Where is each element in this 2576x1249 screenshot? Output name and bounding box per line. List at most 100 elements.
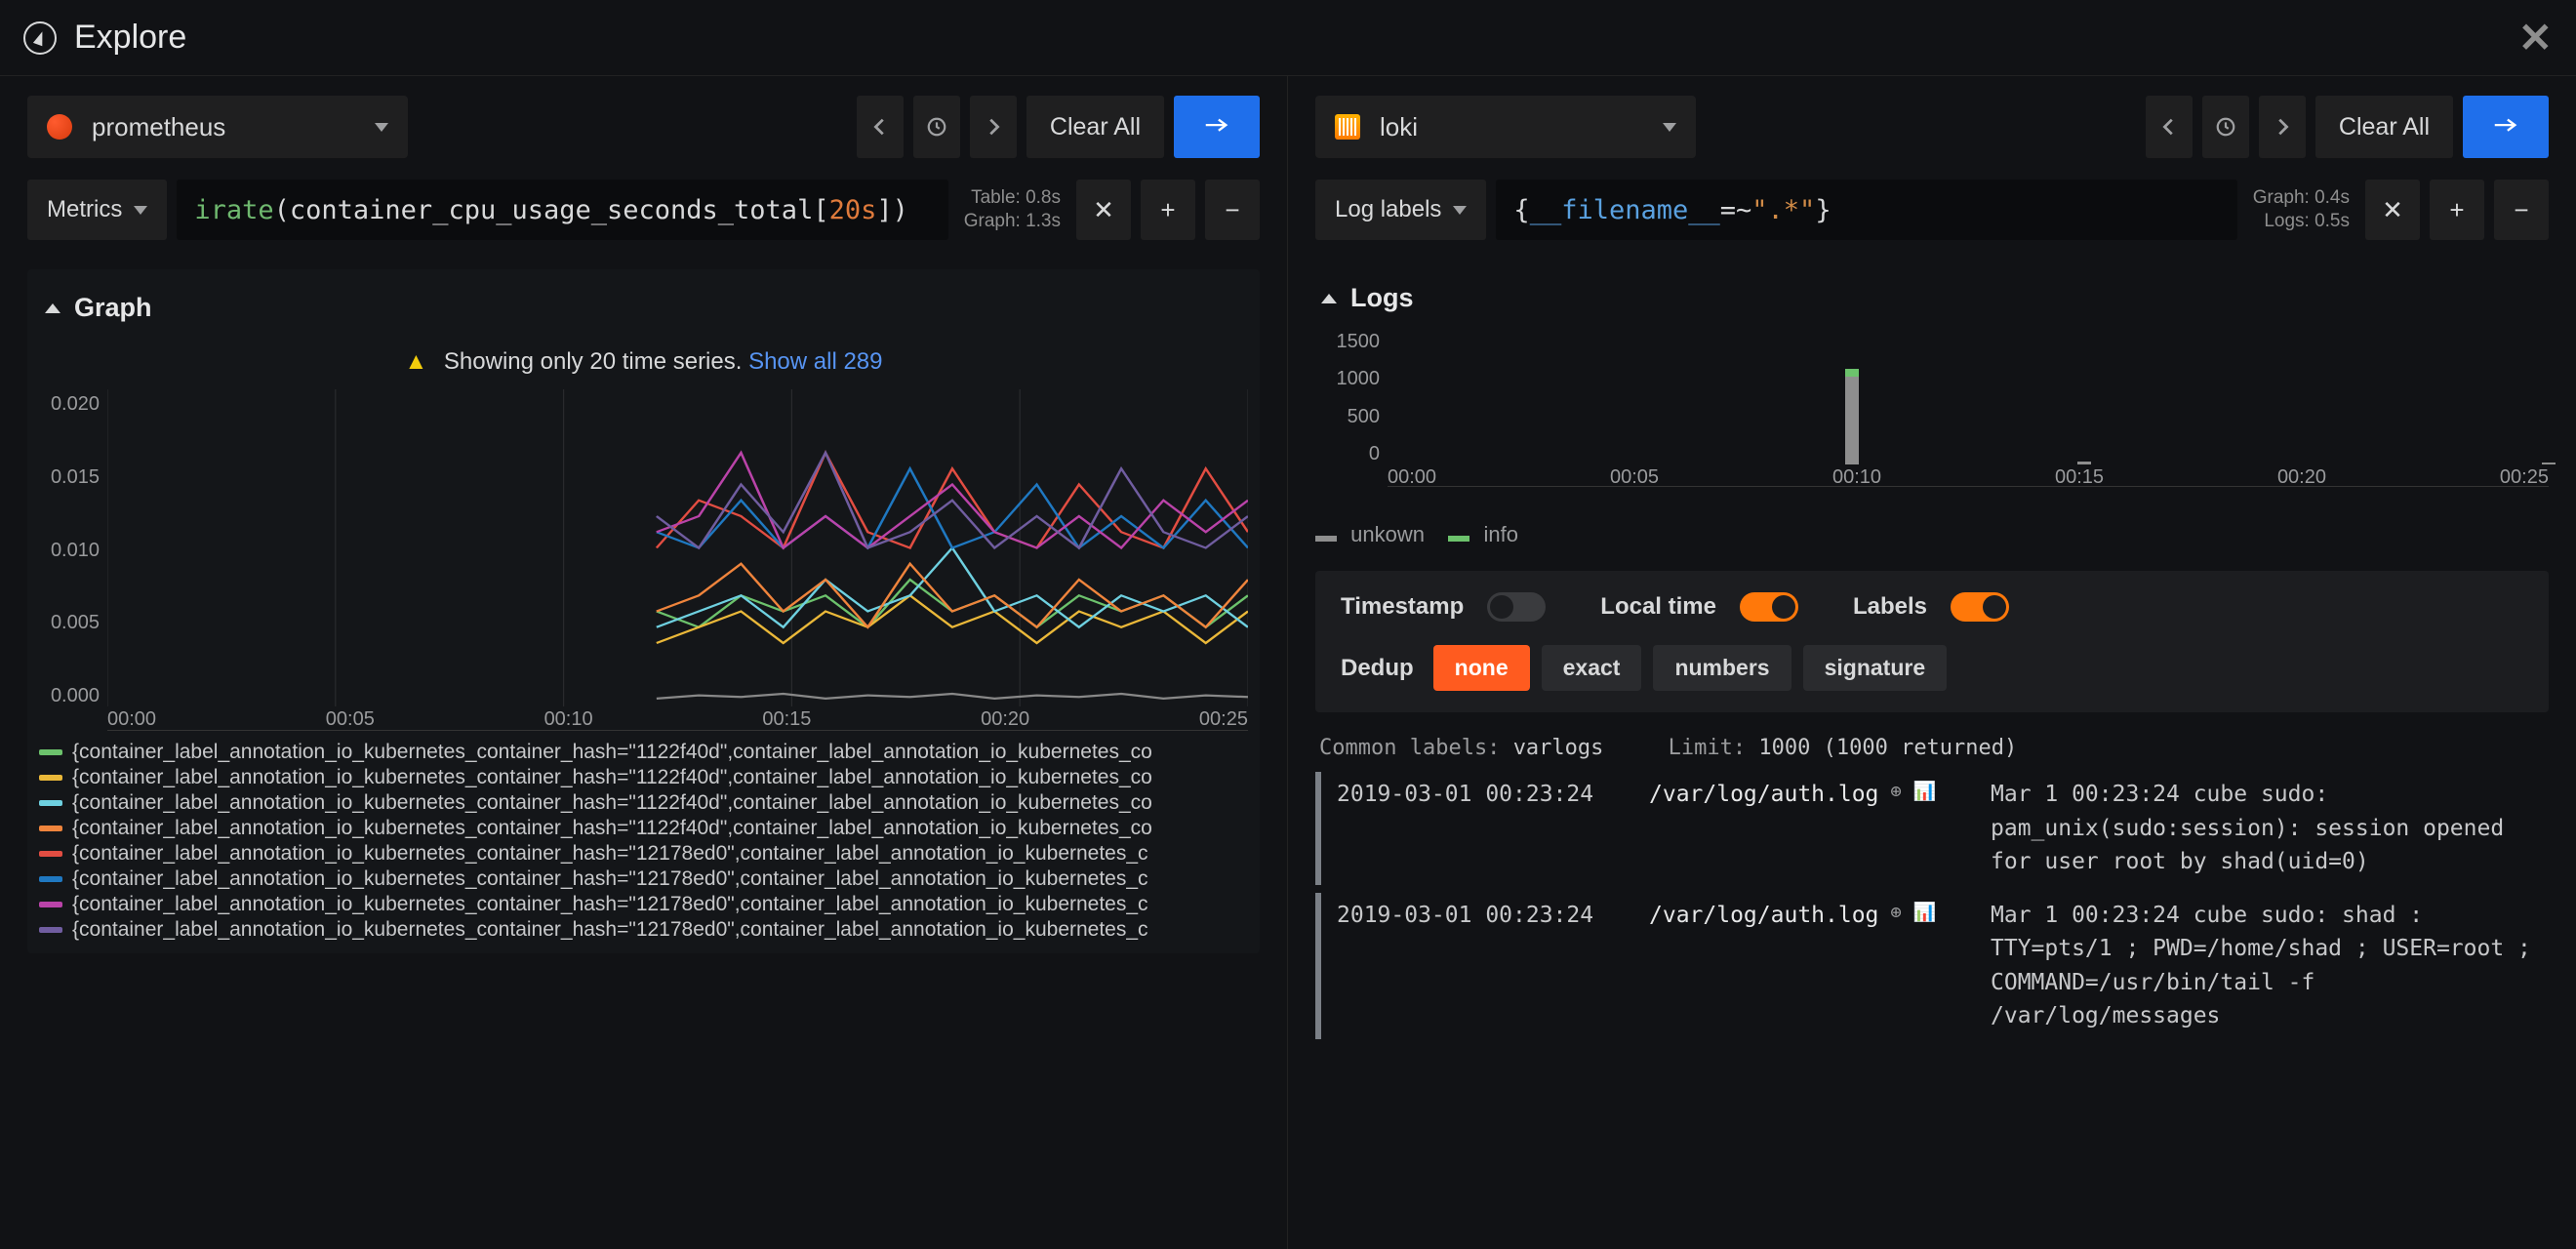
hist-bar[interactable] [2542,463,2556,464]
chart-legend: {container_label_annotation_io_kubernete… [39,741,1248,942]
legend-label: {container_label_annotation_io_kubernete… [72,791,1152,815]
legend-item[interactable]: {container_label_annotation_io_kubernete… [39,791,1248,815]
right-toolbar: loki Clear All [1315,96,2549,158]
run-query-button[interactable] [2463,96,2549,158]
legend-item[interactable]: {container_label_annotation_io_kubernete… [39,893,1248,916]
legend-unknown: unkown [1350,522,1425,546]
query-stats: Graph: 0.4s Logs: 0.5s [2247,187,2355,232]
swatch-info [1448,536,1469,542]
dedup-signature[interactable]: signature [1803,645,1948,691]
legend-label: {container_label_annotation_io_kubernete… [72,741,1152,764]
common-labels-value: varlogs [1513,736,1604,760]
toggle-localtime[interactable] [1740,592,1798,622]
query-type-select[interactable]: Metrics [27,180,167,240]
collapse-caret-icon[interactable] [1321,294,1337,303]
log-file: /var/log/auth.log⊕📊 [1649,778,1971,879]
remove-query-button[interactable]: ✕ [2365,180,2420,240]
label-localtime: Local time [1600,593,1716,621]
logs-controls: Timestamp Local time Labels Dedup noneex… [1315,571,2549,712]
history-back-button[interactable] [857,96,904,158]
legend-label: {container_label_annotation_io_kubernete… [72,893,1148,916]
swatch [39,902,62,907]
query-stats: Table: 0.8s Graph: 1.3s [958,187,1067,232]
section-title: Logs [1350,283,1414,313]
stats-icon[interactable]: 📊 [1913,899,1937,927]
clear-all-button[interactable]: Clear All [2315,96,2453,158]
collapse-query-button[interactable]: − [2494,180,2549,240]
legend-item[interactable]: {container_label_annotation_io_kubernete… [39,817,1248,840]
chevron-down-icon [375,123,388,132]
legend-item[interactable]: {container_label_annotation_io_kubernete… [39,766,1248,789]
stats-icon[interactable]: 📊 [1913,778,1937,806]
zoom-icon[interactable]: ⊕ [1890,899,1901,927]
history-forward-button[interactable] [2259,96,2306,158]
stat-graph: Graph: 1.3s [964,211,1061,232]
x-axis: 00:0000:0500:1000:1500:2000:25 [1388,466,2549,489]
hist-legend: unkown info [1315,522,2549,547]
label-labels: Labels [1853,593,1927,621]
swatch [39,876,62,882]
warning-text: Showing only 20 time series. [444,348,742,375]
run-query-button[interactable] [1174,96,1260,158]
history-back-button[interactable] [2146,96,2193,158]
hist-bar[interactable] [2077,462,2091,464]
hist-bar[interactable] [1845,377,1859,464]
swatch-unknown [1315,536,1337,542]
legend-label: {container_label_annotation_io_kubernete… [72,918,1148,942]
logs-meta: Common labels: varlogs Limit: 1000 (1000… [1319,736,2545,760]
dedup-exact[interactable]: exact [1542,645,1642,691]
plot-area[interactable] [1388,331,2549,487]
query-type-select[interactable]: Log labels [1315,180,1486,240]
close-icon[interactable]: ✕ [2518,14,2553,61]
show-all-link[interactable]: Show all 289 [748,348,882,375]
prometheus-icon [47,114,72,140]
add-query-button[interactable]: + [2430,180,2484,240]
query-input[interactable]: irate(container_cpu_usage_seconds_total[… [177,180,947,240]
toggle-timestamp[interactable] [1487,592,1546,622]
legend-item[interactable]: {container_label_annotation_io_kubernete… [39,741,1248,764]
label-dedup: Dedup [1341,655,1414,682]
collapse-caret-icon[interactable] [45,303,60,313]
history-clock-button[interactable] [913,96,960,158]
chevron-down-icon [1453,206,1467,215]
legend-label: {container_label_annotation_io_kubernete… [72,817,1152,840]
explore-icon [23,21,57,55]
history-clock-button[interactable] [2202,96,2249,158]
query-label: __filename__ [1530,195,1720,225]
label-timestamp: Timestamp [1341,593,1464,621]
zoom-icon[interactable]: ⊕ [1890,778,1901,806]
toggle-labels[interactable] [1951,592,2009,622]
legend-item[interactable]: {container_label_annotation_io_kubernete… [39,918,1248,942]
query-type-label: Metrics [47,196,122,223]
log-message: Mar 1 00:23:24 cube sudo: pam_unix(sudo:… [1991,778,2549,879]
log-list: 2019-03-01 00:23:24/var/log/auth.log⊕📊Ma… [1315,772,2549,1039]
query-type-label: Log labels [1335,196,1441,223]
legend-label: {container_label_annotation_io_kubernete… [72,766,1152,789]
collapse-query-button[interactable]: − [1205,180,1260,240]
clear-all-button[interactable]: Clear All [1026,96,1164,158]
dedup-options: none exactnumbers signature [1433,645,1947,691]
legend-item[interactable]: {container_label_annotation_io_kubernete… [39,842,1248,866]
dedup-none[interactable]: none [1433,645,1530,691]
limit-label: Limit: [1669,736,1746,760]
datasource-select[interactable]: prometheus [27,96,408,158]
limit-value: 1000 (1000 returned) [1758,736,2017,760]
log-message: Mar 1 00:23:24 cube sudo: shad : TTY=pts… [1991,899,2549,1033]
section-title: Graph [74,293,152,323]
stat-table: Table: 0.8s [964,187,1061,209]
history-forward-button[interactable] [970,96,1017,158]
legend-label: {container_label_annotation_io_kubernete… [72,842,1148,866]
add-query-button[interactable]: + [1141,180,1195,240]
legend-item[interactable]: {container_label_annotation_io_kubernete… [39,867,1248,891]
query-input[interactable]: {__filename__=~".*"} [1496,180,2236,240]
swatch [39,927,62,933]
hist-bar[interactable] [1845,369,1859,376]
datasource-name: loki [1380,112,1663,142]
plot-area[interactable] [107,389,1248,731]
query-range: 20s [829,195,877,225]
remove-query-button[interactable]: ✕ [1076,180,1131,240]
log-timestamp: 2019-03-01 00:23:24 [1337,899,1630,1033]
left-toolbar: prometheus Clear All [27,96,1260,158]
datasource-select[interactable]: loki [1315,96,1696,158]
dedup-numbers[interactable]: numbers [1653,645,1791,691]
